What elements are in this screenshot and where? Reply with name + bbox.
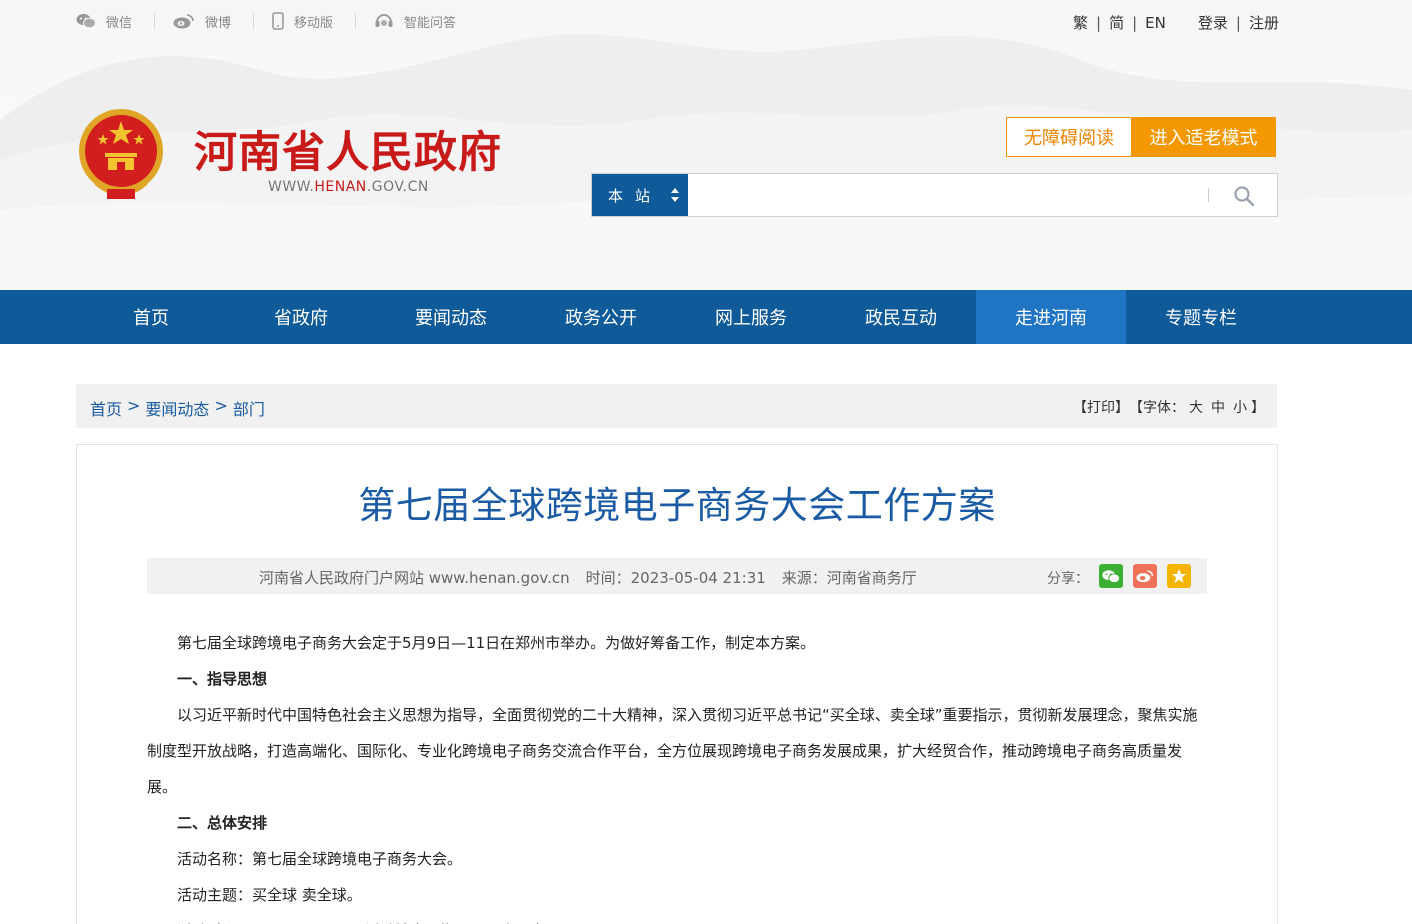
breadcrumb-home[interactable]: 首页 [90,396,122,420]
mobile-label: 移动版 [294,15,334,31]
meta-source: 来源：河南省商务厅 [781,569,917,587]
login-link[interactable]: 登录 [1198,12,1228,33]
article: 第七届全球跨境电子商务大会工作方案 河南省人民政府门户网站 www.henan.… [76,444,1278,924]
top-right-links: 繁 | 简 | EN 登录 | 注册 [1073,12,1279,33]
site-header: 微信 微博 移动版 智能问答 繁 | 简 | EN 登录 | 注册 河南省人民政… [0,0,1412,290]
breadcrumb-news[interactable]: 要闻动态 [145,396,209,420]
url-highlight: HENAN [314,179,367,195]
accessible-reading-button[interactable]: 无障碍阅读 [1006,117,1132,157]
share-wechat-button[interactable] [1099,564,1123,588]
lang-simplified[interactable]: 简 [1109,12,1124,33]
weibo-icon [173,14,194,29]
breadcrumb: 首页 > 要闻动态 > 部门 [90,396,265,420]
breadcrumb-separator: > [127,396,141,415]
breadcrumb-bar: 首页 > 要闻动态 > 部门 【打印】 【字体： 大 中 小 】 [76,384,1277,428]
search-input[interactable] [688,174,1208,216]
wechat-icon [76,14,96,29]
wechat-icon [1102,569,1120,583]
nav-item-online-services[interactable]: 网上服务 [676,290,826,344]
font-size-close: 】 [1251,400,1265,416]
section-heading: 一、指导思想 [177,670,268,688]
font-medium-button[interactable]: 中 [1211,397,1225,417]
star-icon [1172,569,1186,583]
breadcrumb-department[interactable]: 部门 [233,396,265,420]
article-meta: 河南省人民政府门户网站 www.henan.gov.cn 时间：2023-05-… [147,558,1207,594]
font-small-button[interactable]: 小 [1233,397,1247,417]
weibo-link[interactable]: 微博 [173,13,255,31]
sort-arrows-icon [671,188,679,202]
breadcrumb-separator: > [214,396,228,415]
search-divider [1208,188,1209,202]
article-paragraph: 活动时间：5月9日—11日。活动地点：郑州国际会展中心。 [147,913,1207,924]
wechat-label: 微信 [106,15,133,31]
article-paragraph: 以习近平新时代中国特色社会主义思想为指导，全面贯彻党的二十大精神，深入贯彻习近平… [147,706,1198,796]
nav-item-interaction[interactable]: 政民互动 [826,290,976,344]
lang-traditional[interactable]: 繁 [1073,12,1088,33]
weibo-label: 微博 [205,15,232,31]
article-paragraph: 第七届全球跨境电子商务大会定于5月9日—11日在郑州市举办。为做好筹备工作，制定… [177,634,816,652]
topbar: 微信 微博 移动版 智能问答 [76,10,496,32]
nav-item-news[interactable]: 要闻动态 [376,290,526,344]
font-large-button[interactable]: 大 [1189,397,1203,417]
share-label: 分享： [1047,571,1089,587]
mobile-icon [272,12,284,30]
search-scope-label: 本站 [608,186,663,205]
mobile-link[interactable]: 移动版 [272,12,357,31]
national-emblem-icon [79,109,163,199]
register-link[interactable]: 注册 [1249,12,1279,33]
print-button[interactable]: 【打印】 [1073,397,1129,417]
page-tools: 【打印】 【字体： 大 中 小 】 [1073,397,1265,417]
url-suffix: .GOV.CN [366,179,429,195]
article-paragraph: 活动名称：第七届全球跨境电子商务大会。 [177,850,463,868]
site-url: WWW.HENAN.GOV.CN [268,179,429,195]
wechat-link[interactable]: 微信 [76,13,156,31]
section-heading: 二、总体安排 [177,814,268,832]
separator: | [1235,13,1241,32]
article-title: 第七届全球跨境电子商务大会工作方案 [358,484,996,527]
nav-item-government[interactable]: 省政府 [226,290,376,344]
nav-item-special-topics[interactable]: 专题专栏 [1126,290,1276,344]
font-size-label: 【字体： [1129,400,1185,416]
headset-icon [375,14,393,27]
lang-english[interactable]: EN [1145,14,1166,32]
article-paragraph: 活动主题：买全球 卖全球。 [177,886,362,904]
nav-item-about-henan[interactable]: 走进河南 [976,290,1126,344]
meta-site: 河南省人民政府门户网站 www.henan.gov.cn [259,569,570,587]
separator: | [1096,13,1102,32]
article-body: 第七届全球跨境电子商务大会定于5月9日—11日在郑州市举办。为做好筹备工作，制定… [147,625,1207,924]
search-scope-select[interactable]: 本站 [592,174,688,216]
nav-item-home[interactable]: 首页 [76,290,226,344]
nav-item-public-affairs[interactable]: 政务公开 [526,290,676,344]
share-favorite-button[interactable] [1167,564,1191,588]
elder-mode-button[interactable]: 进入适老模式 [1131,117,1276,157]
qa-label: 智能问答 [404,15,457,31]
separator: | [1132,13,1138,32]
site-title: 河南省人民政府 [194,128,502,178]
url-prefix: WWW. [268,179,315,195]
main-nav: 首页 省政府 要闻动态 政务公开 网上服务 政民互动 走进河南 专题专栏 [0,290,1412,344]
qa-link[interactable]: 智能问答 [374,13,478,31]
search-icon[interactable] [1232,184,1256,208]
share-weibo-button[interactable] [1133,564,1157,588]
search-box: 本站 [591,173,1278,217]
weibo-icon [1136,570,1154,583]
meta-time: 时间：2023-05-04 21:31 [585,569,766,587]
